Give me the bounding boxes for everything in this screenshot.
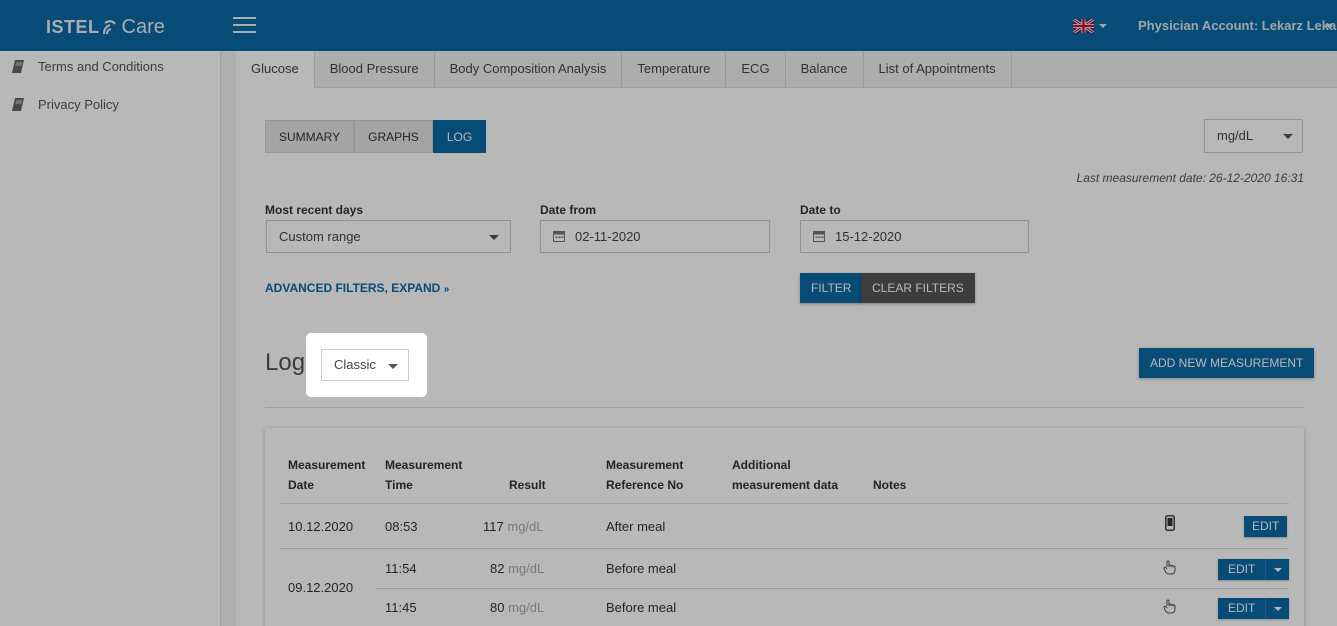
row-reference: After meal: [606, 519, 666, 534]
uk-flag-icon[interactable]: [1073, 19, 1094, 33]
book-icon: [12, 59, 24, 73]
row-divider: [375, 588, 1289, 589]
row-result: 82 mg/dL: [490, 561, 545, 576]
tab-body-composition[interactable]: Body Composition Analysis: [435, 51, 623, 88]
tab-glucose[interactable]: Glucose: [236, 51, 315, 89]
col-header-notes: Notes: [873, 478, 907, 492]
hand-pointer-icon: [1163, 560, 1176, 575]
date-to-value: 15-12-2020: [835, 229, 902, 244]
edit-button[interactable]: EDIT: [1218, 559, 1265, 580]
unit-select[interactable]: mg/dL: [1204, 119, 1303, 153]
recent-days-label: Most recent days: [265, 203, 364, 217]
double-chevron-down-icon: »: [443, 284, 450, 295]
edit-button[interactable]: EDIT: [1244, 516, 1288, 537]
edit-dropdown-toggle[interactable]: [1265, 559, 1289, 580]
book-icon: [12, 97, 24, 111]
chevron-down-icon: [388, 364, 398, 369]
chevron-down-icon: [1274, 607, 1283, 611]
col-header-result: Result: [509, 478, 546, 492]
menu-toggle-icon[interactable]: [233, 17, 256, 35]
view-switch: SUMMARY GRAPHS LOG: [265, 120, 487, 153]
recent-days-value: Custom range: [279, 229, 361, 244]
language-dropdown-caret-icon[interactable]: [1099, 24, 1107, 28]
recent-days-select[interactable]: Custom range: [266, 220, 511, 253]
row-result: 80 mg/dL: [490, 600, 545, 615]
col-header-reference: Measurement Reference No: [606, 458, 684, 492]
add-new-measurement-button[interactable]: ADD NEW MEASUREMENT: [1139, 348, 1315, 378]
calendar-icon: [553, 231, 565, 242]
row-reference: Before meal: [606, 561, 677, 576]
tab-blood-pressure[interactable]: Blood Pressure: [315, 51, 435, 88]
tab-appointments[interactable]: List of Appointments: [864, 51, 1012, 88]
log-mode-select[interactable]: Classic: [321, 349, 409, 381]
edit-split-button[interactable]: EDIT: [1218, 598, 1290, 619]
log-button[interactable]: LOG: [432, 120, 487, 153]
graphs-button[interactable]: GRAPHS: [354, 120, 433, 153]
account-menu[interactable]: Physician Account: Lekarz Leka: [1138, 18, 1336, 33]
date-from-value: 02-11-2020: [575, 229, 641, 244]
row-result: 117 mg/dL: [483, 519, 544, 534]
edit-button[interactable]: EDIT: [1218, 598, 1265, 619]
sidebar-item-privacy[interactable]: Privacy Policy: [12, 95, 119, 113]
tab-ecg[interactable]: ECG: [726, 51, 786, 88]
edit-dropdown-toggle[interactable]: [1265, 598, 1289, 619]
row-time: 11:54: [385, 561, 417, 576]
summary-button[interactable]: SUMMARY: [265, 120, 355, 153]
row-divider: [280, 548, 1289, 549]
top-bar: ISTEL Care Physician Account: Lekarz Lek…: [0, 0, 1337, 51]
row-date: 10.12.2020: [288, 519, 354, 534]
measurement-tabs: Glucose Blood Pressure Body Composition …: [236, 51, 1337, 89]
istel-care-logo[interactable]: ISTEL Care: [46, 14, 165, 40]
date-to-field[interactable]: 15-12-2020: [800, 220, 1029, 253]
hand-pointer-icon: [1163, 599, 1176, 614]
row-date: 09.12.2020: [288, 580, 354, 595]
calendar-icon: [813, 231, 825, 242]
phone-icon: [1165, 515, 1175, 531]
log-title: Log: [265, 349, 306, 376]
filter-button[interactable]: FILTER: [800, 273, 863, 303]
chevron-down-icon: [1274, 568, 1283, 572]
col-header-date: Measurement Date: [288, 458, 366, 492]
last-measurement-date: Last measurement date: 26-12-2020 16:31: [1076, 171, 1304, 185]
header-divider: [280, 503, 1289, 504]
advanced-filters-toggle[interactable]: ADVANCED FILTERS, EXPAND »: [265, 281, 449, 295]
sidebar: Terms and Conditions Privacy Policy: [0, 51, 221, 626]
col-header-time: Measurement Time: [385, 458, 463, 492]
tab-temperature[interactable]: Temperature: [622, 51, 727, 88]
edit-split-button[interactable]: EDIT: [1218, 559, 1290, 580]
signal-waves-icon: [102, 20, 116, 35]
tab-balance[interactable]: Balance: [786, 51, 864, 88]
clear-filters-button[interactable]: CLEAR FILTERS: [861, 273, 975, 303]
measurement-log-table: Measurement Date Measurement Time Result M…: [265, 428, 1304, 626]
chevron-down-icon: [1283, 134, 1293, 139]
chevron-down-icon: [489, 235, 499, 240]
unit-select-value: mg/dL: [1217, 128, 1254, 143]
advanced-filters-label: ADVANCED FILTERS, EXPAND: [265, 281, 441, 295]
col-header-additional: Additional measurement data: [732, 458, 839, 492]
date-to-label: Date to: [800, 203, 841, 217]
sidebar-item-terms[interactable]: Terms and Conditions: [12, 57, 164, 75]
row-time: 11:45: [385, 600, 417, 615]
account-dropdown-caret-icon[interactable]: [1325, 24, 1333, 28]
log-mode-value: Classic: [334, 357, 376, 372]
date-from-label: Date from: [540, 203, 597, 217]
divider: [265, 407, 1304, 408]
row-reference: Before meal: [606, 600, 677, 615]
date-from-field[interactable]: 02-11-2020: [540, 220, 770, 253]
row-time: 08:53: [385, 519, 418, 534]
tour-spotlight: Classic: [306, 333, 427, 397]
